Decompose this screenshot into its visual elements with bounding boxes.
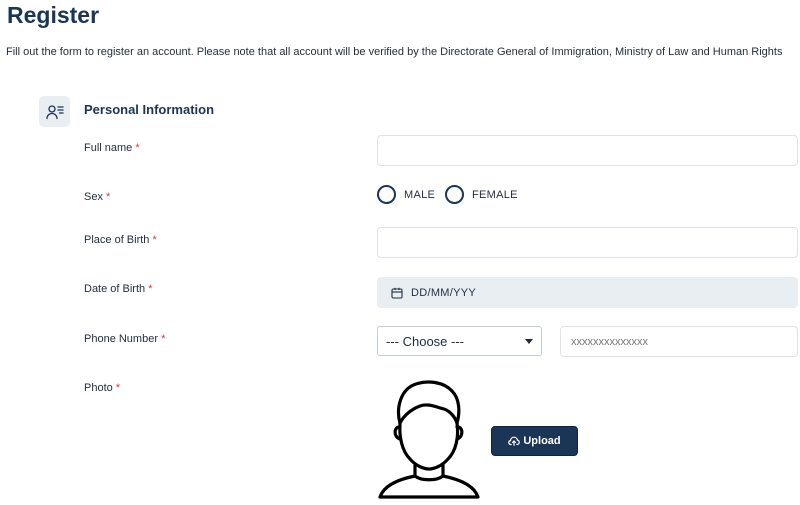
sex-option-female[interactable]: FEMALE [445, 185, 518, 204]
photo-label: Photo * [84, 381, 120, 395]
full-name-label-text: Full name [84, 142, 133, 154]
upload-button[interactable]: Upload [491, 426, 578, 456]
required-mark: * [115, 382, 121, 394]
date-of-birth-label: Date of Birth * [84, 282, 152, 296]
cloud-upload-icon [508, 436, 521, 446]
female-radio-label: FEMALE [472, 188, 518, 201]
sex-label-text: Sex [84, 191, 103, 203]
section-title: Personal Information [84, 102, 215, 117]
section-icon-container [39, 96, 70, 127]
calendar-icon [391, 287, 403, 299]
sex-option-male[interactable]: MALE [377, 185, 435, 204]
male-radio-label: MALE [404, 188, 436, 201]
phone-number-label-text: Phone Number [84, 333, 158, 345]
place-of-birth-label: Place of Birth * [84, 233, 157, 247]
full-name-label: Full name * [84, 141, 140, 155]
caret-down-icon [525, 338, 533, 344]
sex-label: Sex * [84, 190, 110, 204]
full-name-input[interactable] [377, 135, 798, 166]
female-radio[interactable] [445, 185, 464, 204]
upload-button-label: Upload [523, 435, 561, 447]
required-mark: * [148, 283, 153, 295]
male-radio[interactable] [377, 185, 396, 204]
date-of-birth-label-text: Date of Birth [84, 283, 146, 295]
user-list-icon [45, 104, 64, 119]
required-mark: * [161, 333, 166, 345]
phone-number-label: Phone Number * [84, 332, 165, 346]
date-of-birth-placeholder: DD/MM/YYY [411, 286, 477, 299]
page-description: Fill out the form to register an account… [6, 46, 783, 58]
country-code-selected: --- Choose --- [386, 333, 465, 349]
date-of-birth-field[interactable]: DD/MM/YYY [377, 277, 798, 308]
page-title: Register [7, 2, 100, 28]
photo-label-text: Photo [84, 382, 113, 394]
person-avatar-icon [378, 380, 480, 499]
required-mark: * [106, 191, 111, 203]
place-of-birth-label-text: Place of Birth [84, 234, 150, 246]
phone-number-input[interactable] [560, 326, 798, 357]
required-mark: * [152, 234, 157, 246]
country-code-select[interactable]: --- Choose --- [377, 326, 542, 356]
required-mark: * [135, 142, 140, 154]
place-of-birth-input[interactable] [377, 227, 798, 258]
